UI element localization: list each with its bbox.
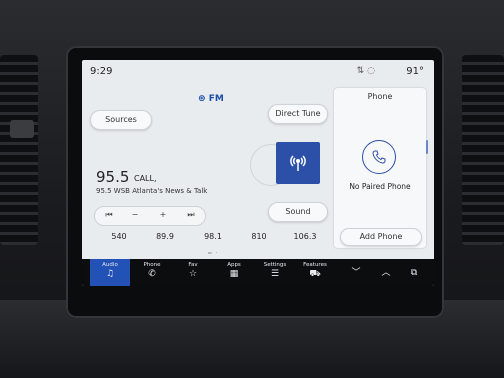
outside-temperature: 91° [406,66,424,77]
phone-panel: Phone No Paired Phone Add Phone [334,88,426,248]
phone-panel-title: Phone [367,92,393,101]
car-icon: ⛟ [309,269,321,279]
right-air-vent [462,55,504,245]
vent-knob [10,120,34,138]
tune-down-button[interactable]: − [125,210,145,219]
nav-features[interactable]: Features ⛟ [295,259,335,286]
no-signal-icon: ⇅ [356,66,368,76]
grid-icon: ▦ [229,269,239,279]
wifi-off-icon: ◌ [367,66,378,76]
preset-button[interactable]: 89.9 [148,232,182,241]
preset-button[interactable]: 106.3 [288,232,322,241]
broadcast-icon [290,155,306,171]
nav-settings[interactable]: Settings ☰ [255,259,295,286]
nav-fav[interactable]: Fav ☆ [173,259,213,286]
station-artwork [276,142,320,184]
tune-up-button[interactable]: + [153,210,173,219]
phone-status-text: No Paired Phone [349,182,411,191]
tuning-controls: ⏮ − + ⏭ [94,206,206,226]
nav-audio[interactable]: Audio ♫ [90,259,130,286]
station-name: 95.5 WSB Atlanta's News & Talk [96,187,208,195]
direct-tune-button[interactable]: Direct Tune [268,104,328,124]
phone-icon: ✆ [148,269,156,279]
nav-apps[interactable]: Apps ▦ [214,259,254,286]
seek-back-button[interactable]: ⏮ [99,210,119,220]
seek-forward-button[interactable]: ⏭ [181,210,201,220]
signal-status-icons: ⇅◌ [357,66,378,76]
sound-button[interactable]: Sound [268,202,328,222]
bottom-nav-bar: Audio ♫ Phone ✆ Fav ☆ Apps ▦ Settings ☰ … [82,259,434,286]
infotainment-screen: 9:29 ⇅◌ 91° ⊛ FM Sources Direct Tune 95.… [82,60,434,286]
overview-button[interactable]: ⧉ [394,259,434,286]
phone-icon [362,140,396,174]
left-air-vent [0,55,38,245]
station-callsign: CALL, [134,174,157,183]
preset-button[interactable]: 810 [242,232,276,241]
star-icon: ☆ [188,269,198,279]
preset-button[interactable]: 540 [102,232,136,241]
status-bar: 9:29 ⇅◌ 91° [82,60,434,86]
page-indicator: ━ · [208,250,219,257]
sources-button[interactable]: Sources [90,110,152,130]
station-frequency: 95.5 [96,168,130,186]
add-phone-button[interactable]: Add Phone [340,228,422,246]
music-note-icon: ♫ [105,269,115,279]
clock: 9:29 [90,66,113,77]
nav-phone[interactable]: Phone ✆ [132,259,172,286]
preset-bar: 540 89.9 98.1 810 106.3 [82,228,332,246]
cards-icon: ⧉ [410,268,418,278]
sliders-icon: ☰ [270,269,280,279]
panel-scroll-indicator [426,140,428,154]
preset-button[interactable]: 98.1 [196,232,230,241]
